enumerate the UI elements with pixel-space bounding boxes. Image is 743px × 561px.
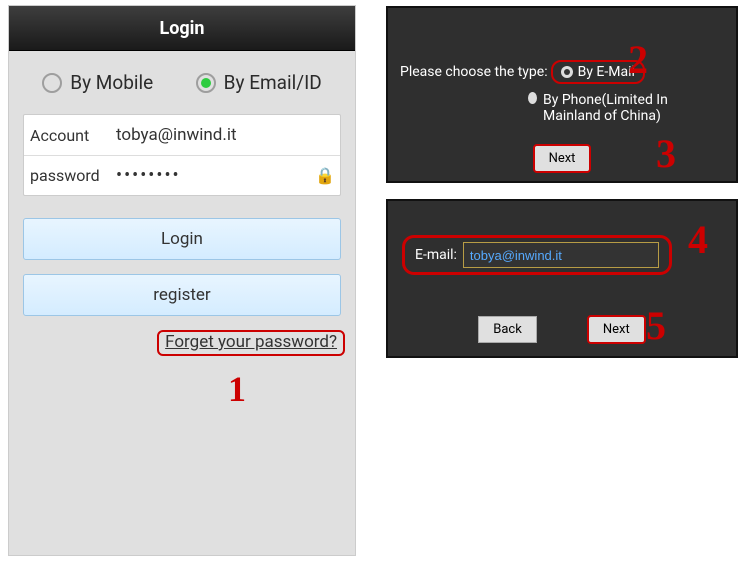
login-screen: Login By Mobile By Email/ID Account toby… [8,5,356,556]
next-button[interactable]: Next [587,315,646,344]
password-input[interactable]: •••••••• [106,165,310,186]
radio-icon [528,92,537,104]
enter-email-panel: E-mail: Back Next [386,199,738,358]
radio-icon [196,73,216,93]
login-button[interactable]: Login [23,218,341,260]
back-button[interactable]: Back [478,316,537,343]
annotation-1: 1 [228,368,246,410]
button-bar: Login register [23,218,341,316]
email-input[interactable] [463,242,659,268]
lock-icon: 🔒 [310,166,340,185]
annotation-4: 4 [688,216,708,263]
tab-label: By Mobile [70,71,153,94]
annotation-2: 2 [628,36,648,83]
account-label: Account [24,126,106,145]
credentials-form: Account tobya@inwind.it password •••••••… [23,114,341,196]
choose-type-label: Please choose the type: [400,64,548,80]
account-input[interactable]: tobya@inwind.it [106,125,340,145]
page-title: Login [9,6,355,51]
forgot-password-link[interactable]: Forget your password? [157,330,345,356]
account-row: Account tobya@inwind.it [24,115,340,155]
next-button[interactable]: Next [533,144,592,173]
tab-by-email[interactable]: By Email/ID [196,71,322,94]
password-row: password •••••••• 🔒 [24,155,340,195]
choose-type-panel: Please choose the type: By E-Mail By Pho… [386,6,738,183]
email-field-wrap: E-mail: [402,235,672,275]
register-button[interactable]: register [23,274,341,316]
annotation-3: 3 [656,130,676,177]
email-label: E-mail: [415,247,457,263]
radio-icon [561,66,573,78]
option-by-phone[interactable]: By Phone(Limited In Mainland of China) [543,92,728,124]
login-mode-tabs: By Mobile By Email/ID [9,51,355,114]
password-label: password [24,166,106,185]
tab-by-mobile[interactable]: By Mobile [42,71,153,94]
tab-label: By Email/ID [224,71,322,94]
option-label: By E-Mail [578,64,635,80]
radio-icon [42,73,62,93]
annotation-5: 5 [646,302,666,349]
